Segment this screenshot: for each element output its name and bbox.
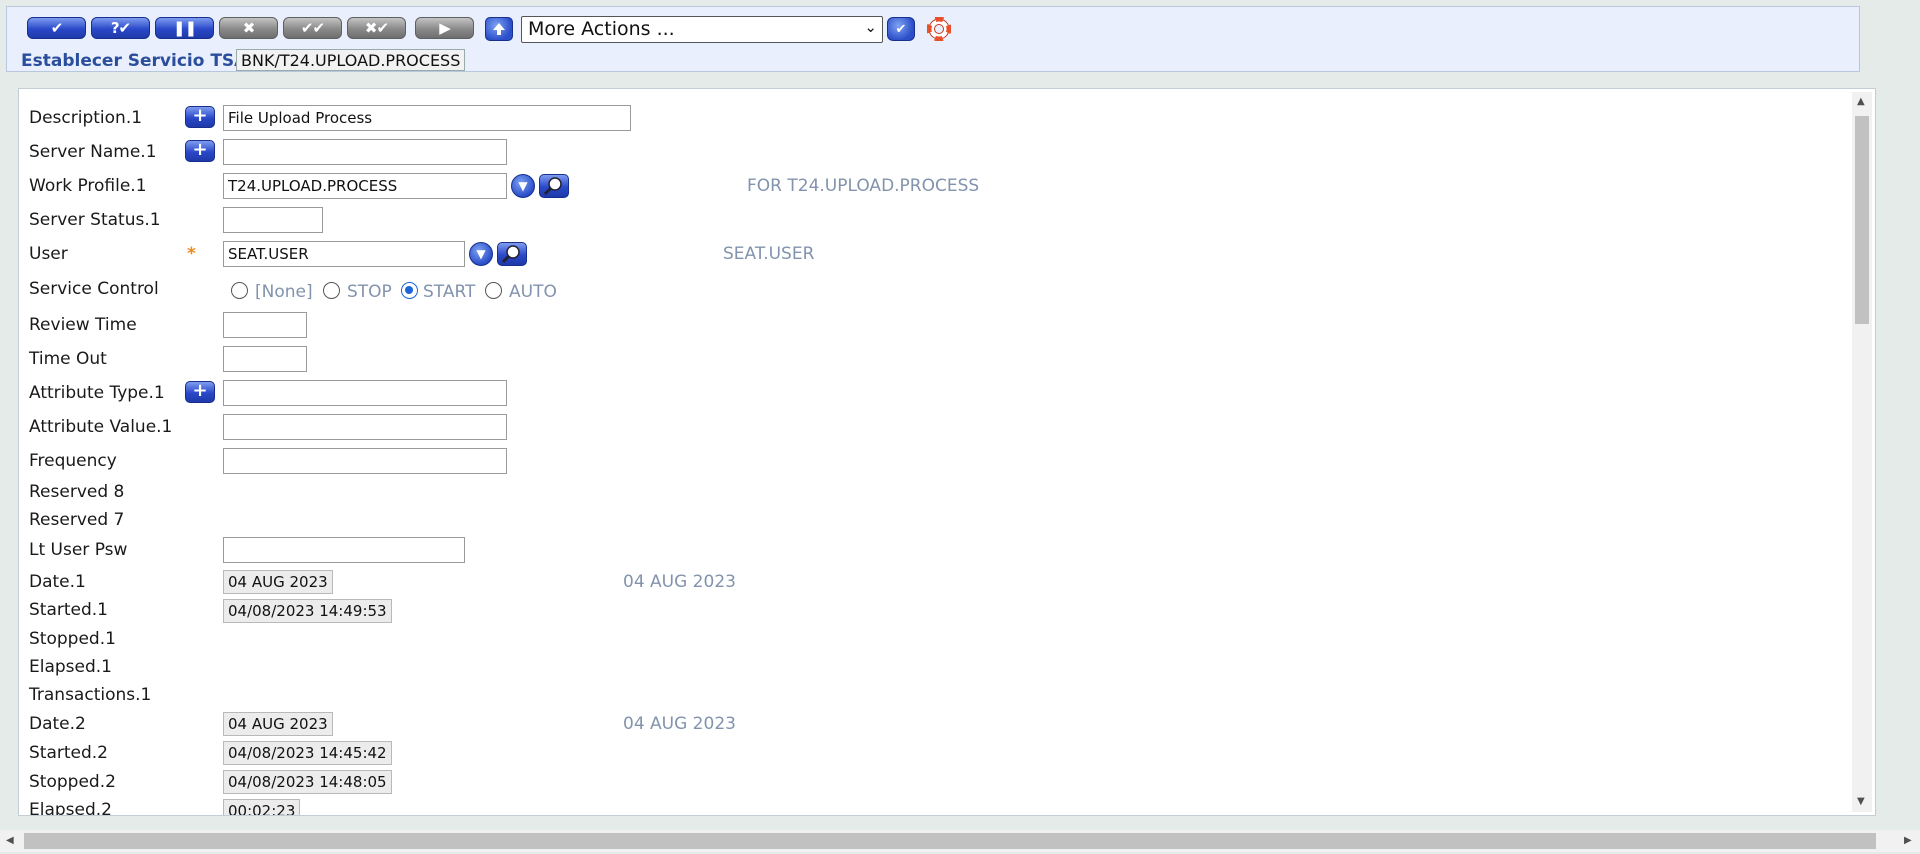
review-time-label: Review Time — [29, 315, 137, 335]
magnifier-icon[interactable] — [539, 174, 569, 198]
review-time-input[interactable] — [223, 312, 307, 338]
started-2-label: Started.2 — [29, 743, 108, 763]
started-1-value: 04/08/2023 14:49:53 — [223, 599, 392, 623]
scroll-up-icon[interactable]: ▲ — [1857, 96, 1865, 107]
vertical-scroll-thumb[interactable] — [1855, 116, 1869, 324]
date-1-value: 04 AUG 2023 — [223, 570, 333, 594]
validate-button[interactable]: ?✔ — [91, 17, 150, 39]
magnifier-icon[interactable] — [497, 242, 527, 266]
server-name-label: Server Name.1 — [29, 142, 157, 162]
attribute-value-input[interactable] — [223, 414, 507, 440]
server-status-input[interactable] — [223, 207, 323, 233]
radio-none-label: [None] — [255, 282, 313, 302]
service-control-label: Service Control — [29, 279, 159, 299]
elapsed-2-label: Elapsed.2 — [29, 800, 112, 816]
radio-auto[interactable] — [485, 282, 502, 299]
scroll-left-icon[interactable]: ◀ — [6, 835, 14, 846]
commit-button[interactable]: ✔ — [27, 17, 86, 39]
required-marker: * — [187, 244, 196, 264]
frequency-input[interactable] — [223, 448, 507, 474]
horizontal-scroll-thumb[interactable] — [24, 833, 1876, 849]
started-1-label: Started.1 — [29, 600, 108, 620]
time-out-input[interactable] — [223, 346, 307, 372]
frequency-label: Frequency — [29, 451, 117, 471]
description-label: Description.1 — [29, 108, 143, 128]
scroll-right-icon[interactable]: ▶ — [1904, 835, 1912, 846]
date-2-value: 04 AUG 2023 — [223, 712, 333, 736]
more-actions-select[interactable]: More Actions ... ⌄ — [521, 16, 883, 43]
upload-arrow-icon[interactable] — [485, 17, 513, 41]
chevron-down-icon[interactable]: ▼ — [469, 242, 493, 266]
radio-stop[interactable] — [323, 282, 340, 299]
next-button[interactable]: ▶ — [415, 17, 474, 39]
radio-none[interactable] — [231, 282, 248, 299]
reverse-button[interactable]: ✖✔ — [347, 17, 406, 39]
attribute-value-label: Attribute Value.1 — [29, 417, 173, 437]
work-profile-input[interactable]: T24.UPLOAD.PROCESS — [223, 173, 507, 199]
radio-auto-label: AUTO — [509, 282, 557, 302]
description-input[interactable]: File Upload Process — [223, 105, 631, 131]
reserved-8-label: Reserved 8 — [29, 482, 125, 502]
expand-server-name-button[interactable]: + — [185, 140, 215, 162]
checkmark-icon[interactable]: ✔ — [887, 17, 915, 41]
server-status-label: Server Status.1 — [29, 210, 161, 230]
radio-start-label: START — [423, 282, 476, 302]
work-profile-label: Work Profile.1 — [29, 176, 147, 196]
user-input[interactable]: SEAT.USER — [223, 241, 465, 267]
started-2-value: 04/08/2023 14:45:42 — [223, 741, 392, 765]
plus-icon: + — [192, 380, 208, 401]
plus-icon: + — [192, 139, 208, 160]
attribute-type-input[interactable] — [223, 380, 507, 406]
header-bar: ✔ ?✔ ❚❚ ✖ ✔✔ ✖✔ ▶ More Actions ... ⌄ ✔ E… — [6, 6, 1860, 72]
attribute-type-label: Attribute Type.1 — [29, 383, 165, 403]
user-enrichment: SEAT.USER — [723, 244, 815, 264]
transactions-1-label: Transactions.1 — [29, 685, 152, 705]
form-panel: Description.1 + File Upload Process Serv… — [18, 88, 1876, 816]
date-1-enrichment: 04 AUG 2023 — [623, 572, 736, 592]
hold-button[interactable]: ❚❚ — [155, 17, 214, 39]
radio-stop-label: STOP — [347, 282, 392, 302]
elapsed-1-label: Elapsed.1 — [29, 657, 112, 677]
stopped-2-label: Stopped.2 — [29, 772, 116, 792]
stopped-2-value: 04/08/2023 14:48:05 — [223, 770, 392, 794]
time-out-label: Time Out — [29, 349, 107, 369]
radio-start[interactable] — [401, 282, 418, 299]
chevron-down-icon[interactable]: ▼ — [511, 174, 535, 198]
more-actions-label: More Actions ... — [528, 18, 675, 40]
date-2-label: Date.2 — [29, 714, 86, 734]
reserved-7-label: Reserved 7 — [29, 510, 125, 530]
work-profile-enrichment: FOR T24.UPLOAD.PROCESS — [747, 176, 980, 196]
plus-icon: + — [192, 105, 208, 126]
user-label: User — [29, 244, 68, 264]
elapsed-2-value: 00:02:23 — [223, 799, 301, 815]
date-1-label: Date.1 — [29, 572, 86, 592]
stopped-1-label: Stopped.1 — [29, 629, 116, 649]
authorise-button[interactable]: ✔✔ — [283, 17, 342, 39]
lt-user-psw-label: Lt User Psw — [29, 540, 128, 560]
date-2-enrichment: 04 AUG 2023 — [623, 714, 736, 734]
lifebuoy-icon[interactable] — [927, 17, 951, 41]
server-name-input[interactable] — [223, 139, 507, 165]
expand-attribute-type-button[interactable]: + — [185, 381, 215, 403]
scroll-down-icon[interactable]: ▼ — [1857, 796, 1865, 807]
page-title: Establecer Servicio TSA — [21, 51, 248, 71]
lt-user-psw-input[interactable] — [223, 537, 465, 563]
record-id-field: BNK/T24.UPLOAD.PROCESS — [236, 49, 466, 71]
expand-description-button[interactable]: + — [185, 106, 215, 128]
chevron-down-icon: ⌄ — [864, 18, 877, 36]
delete-button[interactable]: ✖ — [219, 17, 278, 39]
